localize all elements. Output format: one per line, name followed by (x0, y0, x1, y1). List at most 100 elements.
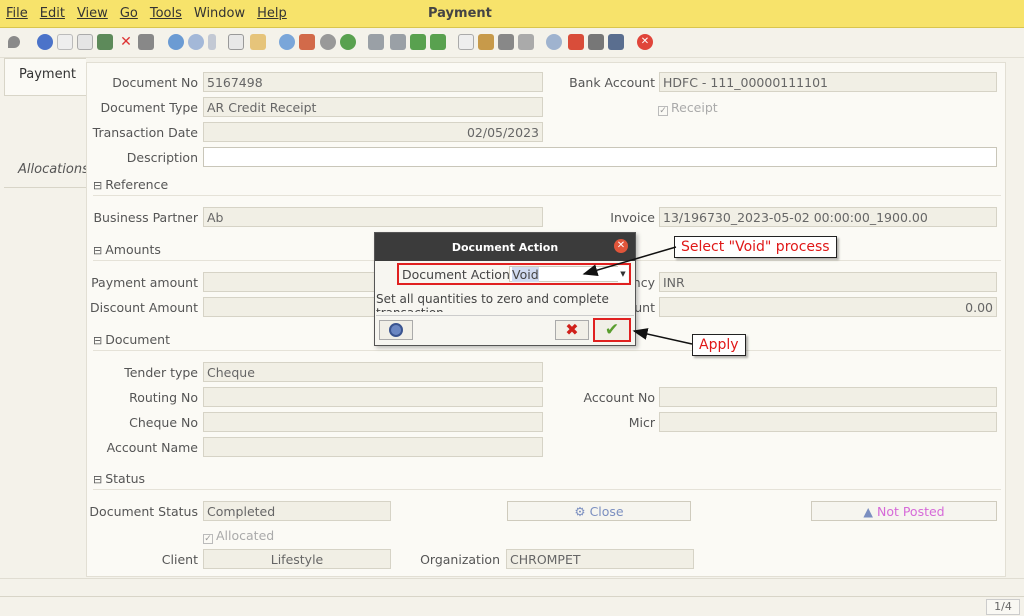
account-no-label: Account No (583, 390, 655, 405)
client-label: Client (161, 552, 198, 567)
product-info-icon[interactable] (608, 34, 624, 50)
first-record-icon[interactable] (368, 34, 384, 50)
status-bar: 1/4 (0, 596, 1024, 616)
tender-type-field[interactable]: Cheque (203, 362, 543, 382)
account-name-field[interactable] (203, 437, 543, 457)
section-amounts-label: Amounts (105, 242, 161, 257)
save-icon[interactable] (97, 34, 113, 50)
delete-icon[interactable]: ✕ (118, 34, 134, 50)
document-action-value: Void (512, 267, 539, 282)
allocated-checkbox[interactable]: ✓ Allocated (203, 528, 274, 544)
cancel-icon: ✖ (565, 320, 579, 339)
email-icon[interactable] (518, 34, 534, 50)
section-document-label: Document (105, 332, 170, 347)
tab-payment[interactable]: Payment (4, 58, 86, 96)
print-preview-icon[interactable] (138, 34, 154, 50)
allocated-label: Allocated (216, 528, 275, 543)
receipt-label: Receipt (671, 100, 718, 115)
requests-icon[interactable] (588, 34, 604, 50)
menu-window[interactable]: Window (194, 6, 245, 21)
check-icon: ✓ (203, 534, 213, 544)
document-type-field[interactable]: AR Credit Receipt (203, 97, 543, 117)
section-status[interactable]: ⊟ Status (93, 468, 1001, 490)
document-type-label: Document Type (100, 100, 198, 115)
help-icon[interactable] (37, 34, 53, 50)
routing-no-field[interactable] (203, 387, 543, 407)
client-field[interactable]: Lifestyle (203, 549, 391, 569)
toolbar: ✕ ✕ (0, 28, 1024, 58)
menu-file[interactable]: File (6, 6, 28, 21)
record-counter: 1/4 (986, 599, 1020, 615)
chat-icon[interactable] (228, 34, 244, 50)
discount-amount-label: Discount Amount (90, 300, 198, 315)
zoom-across-icon[interactable] (546, 34, 562, 50)
chevron-down-icon[interactable]: ▼ (618, 266, 628, 282)
up-icon[interactable] (390, 34, 406, 50)
last-record-icon[interactable] (430, 34, 446, 50)
close-button[interactable]: ⚙ Close (507, 501, 691, 521)
payment-amount-label: Payment amount (91, 275, 198, 290)
ok-button[interactable]: ✔ (593, 318, 631, 342)
print-icon[interactable] (498, 34, 514, 50)
transaction-date-field[interactable]: 02/05/2023 (203, 122, 543, 142)
workflow-icon[interactable] (568, 34, 584, 50)
not-posted-button[interactable]: ▲ Not Posted (811, 501, 997, 521)
business-partner-label: Business Partner (93, 210, 198, 225)
menu-view[interactable]: View (77, 6, 108, 21)
write-off-field[interactable]: 0.00 (659, 297, 997, 317)
document-action-select[interactable]: Void (509, 266, 621, 282)
description-field[interactable] (203, 147, 997, 167)
cheque-no-field[interactable] (203, 412, 543, 432)
invoice-field[interactable]: 13/196730_2023-05-02 00:00:00_1900.00 (659, 207, 997, 227)
process-button[interactable] (379, 320, 413, 340)
account-no-field[interactable] (659, 387, 997, 407)
menu-go[interactable]: Go (120, 6, 138, 21)
section-reference[interactable]: ⊟ Reference (93, 174, 1001, 196)
tab-allocations[interactable]: Allocations (4, 154, 89, 188)
tab-strip: Payment Allocations (0, 58, 89, 578)
new-icon[interactable] (57, 34, 73, 50)
document-action-row: Document Action Void ▼ (397, 263, 631, 285)
undo-icon[interactable] (8, 36, 20, 48)
not-posted-label: Not Posted (876, 504, 945, 519)
refresh-icon[interactable] (168, 34, 184, 50)
micr-field[interactable] (659, 412, 997, 432)
menu-tools[interactable]: Tools (150, 6, 182, 21)
receipt-checkbox[interactable]: ✓ Receipt (658, 100, 718, 116)
cancel-button[interactable]: ✖ (555, 320, 589, 340)
bank-account-label: Bank Account (569, 75, 655, 90)
section-reference-label: Reference (105, 177, 169, 192)
attachment-icon[interactable] (208, 34, 216, 50)
account-name-label: Account Name (106, 440, 198, 455)
collapse-icon: ⊟ (93, 473, 103, 486)
gear-icon: ⚙ (574, 504, 590, 519)
organization-field[interactable]: CHROMPET (506, 549, 694, 569)
next-record-icon[interactable] (340, 34, 356, 50)
routing-no-label: Routing No (129, 390, 198, 405)
callout-select-void: Select "Void" process (674, 236, 837, 258)
document-status-label: Document Status (89, 504, 198, 519)
document-action-help: Set all quantities to zero and complete … (376, 292, 609, 312)
close-icon[interactable]: ✕ (614, 239, 628, 253)
archive-icon[interactable] (478, 34, 494, 50)
home-icon[interactable] (299, 34, 315, 50)
bank-account-field[interactable]: HDFC - 111_00000111101 (659, 72, 997, 92)
business-partner-field[interactable]: Ab (203, 207, 543, 227)
history-icon[interactable] (250, 34, 266, 50)
currency-field[interactable]: INR (659, 272, 997, 292)
exit-icon[interactable]: ✕ (637, 34, 653, 50)
menu-help[interactable]: Help (257, 6, 287, 21)
home-zoom-icon[interactable] (279, 34, 295, 50)
document-action-label: Document Action (402, 267, 510, 282)
gear-icon (389, 323, 403, 337)
menu-edit[interactable]: Edit (40, 6, 65, 21)
dialog-title-bar: Document Action ✕ (375, 233, 635, 261)
previous-record-icon[interactable] (320, 34, 336, 50)
copy-icon[interactable] (77, 34, 93, 50)
find-icon[interactable] (188, 34, 204, 50)
down-icon[interactable] (410, 34, 426, 50)
document-no-field[interactable]: 5167498 (203, 72, 543, 92)
report-icon[interactable] (458, 34, 474, 50)
check-icon: ✓ (658, 106, 668, 116)
document-status-field[interactable]: Completed (203, 501, 391, 521)
